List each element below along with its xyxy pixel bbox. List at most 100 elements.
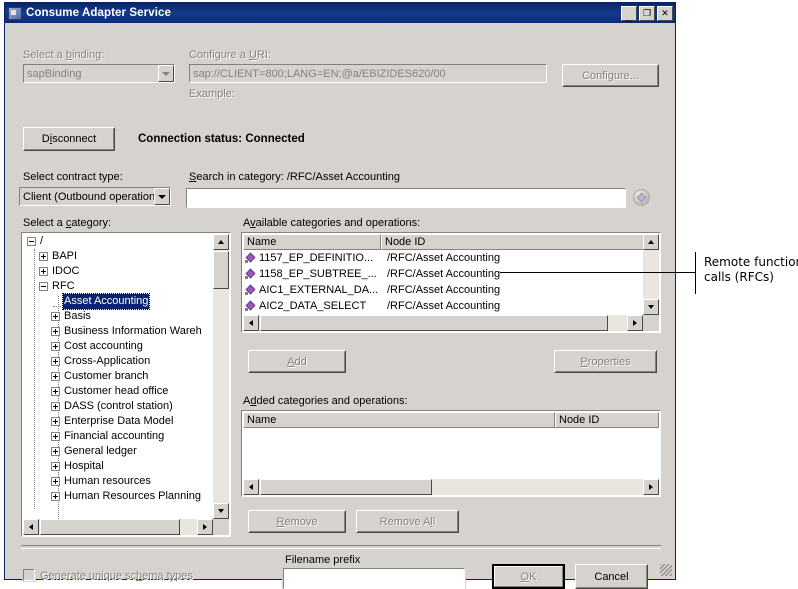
available-col-nodeid[interactable]: Node ID [381,234,659,250]
tree-node[interactable]: Asset Accounting [23,293,213,310]
tree-scroll-left-button[interactable] [23,519,39,535]
expand-icon[interactable] [51,432,60,441]
tree-node-label: General ledger [64,445,137,457]
contract-type-combo[interactable]: Client (Outbound operation) [18,186,172,207]
maximize-button[interactable]: ❐ [639,5,655,21]
collapse-icon[interactable] [39,282,48,291]
available-vscrollbar[interactable] [643,234,659,315]
available-scroll-right-button[interactable] [627,315,643,331]
tree-vscrollbar[interactable] [213,234,229,519]
expand-icon[interactable] [51,342,60,351]
added-hscrollbar[interactable] [243,479,659,495]
search-globe-icon[interactable] [633,189,650,206]
expand-icon[interactable] [51,357,60,366]
properties-button[interactable]: Properties [554,350,657,373]
tree-hscroll-thumb[interactable] [40,519,180,535]
tree-node[interactable]: Customer branch [23,369,213,384]
operation-icon [245,252,256,264]
added-col-nodeid[interactable]: Node ID [555,412,659,428]
tree-node[interactable]: Enterprise Data Model [23,414,213,429]
tree-node[interactable]: Basis [23,309,213,324]
expand-icon[interactable] [51,327,60,336]
remove-all-button[interactable]: Remove All [356,510,459,533]
properties-button-label: Properties [580,355,631,368]
search-input[interactable] [185,187,627,209]
expand-icon[interactable] [51,402,60,411]
disconnect-button[interactable]: Disconnect [23,127,115,151]
expand-icon[interactable] [51,417,60,426]
minimize-button[interactable]: _ [621,5,637,21]
tree-node[interactable]: Cross-Application [23,354,213,369]
added-hscroll-thumb[interactable] [260,479,432,495]
tree-node-label: Hospital [64,460,104,472]
tree-hscrollbar[interactable] [23,519,213,535]
available-hscroll-thumb[interactable] [260,315,608,331]
expand-icon[interactable] [51,477,60,486]
expand-icon[interactable] [39,252,48,261]
tree-node[interactable]: IDOC [23,264,213,279]
tree-node[interactable]: Financial accounting [23,429,213,444]
available-col-name[interactable]: Name [243,234,381,250]
tree-node[interactable]: DASS (control station) [23,399,213,414]
expand-icon[interactable] [51,492,60,501]
tree-node[interactable]: Cost accounting [23,339,213,354]
available-scroll-left-button[interactable] [243,315,259,331]
available-scroll-down-button[interactable] [643,299,659,315]
table-row[interactable]: 1158_EP_SUBTREE_... /RFC/Asset Accounting [243,266,643,282]
added-scroll-left-button[interactable] [243,479,259,495]
tree-node-label: Customer branch [64,370,149,382]
cancel-button[interactable]: Cancel [575,564,648,589]
remove-button[interactable]: Remove [248,510,346,533]
search-category-label: Search in category: /RFC/Asset Accountin… [189,171,400,183]
added-label: Added categories and operations: [243,395,408,407]
tree-node[interactable]: Customer head office [23,384,213,399]
tree-node[interactable]: Human resources [23,474,213,489]
table-row[interactable]: AIC2_DATA_SELECT/RFC/Asset Accounting [243,298,643,314]
add-button[interactable]: Add [248,350,346,373]
screenshot-root: Consume Adapter Service _ ❐ ✕ Select a b… [0,0,798,589]
configure-button[interactable]: Configure... [562,64,659,87]
added-list-header: Name Node ID [243,412,659,428]
filename-prefix-input[interactable] [282,567,466,589]
collapse-icon[interactable] [27,237,36,246]
uri-field[interactable]: sap://CLIENT=800;LANG=EN;@a/EBIZIDES620/… [188,63,548,84]
tree-node[interactable]: BAPI [23,249,213,264]
available-list-rows[interactable]: 1157_EP_DEFINITIO... /RFC/Asset Accountin… [243,250,643,315]
chevron-down-icon[interactable] [154,188,170,205]
tree-node[interactable]: Hospital [23,459,213,474]
table-row[interactable]: 1157_EP_DEFINITIO... /RFC/Asset Accountin… [243,250,643,266]
row-node-id: /RFC/Asset Accounting [387,300,501,312]
tree-scroll-down-button[interactable] [213,503,229,519]
tree-node[interactable]: Business Information Wareh [23,324,213,339]
generate-unique-schema-types-checkbox[interactable] [22,568,36,582]
expand-icon[interactable] [51,462,60,471]
ok-button[interactable]: OK [492,564,565,589]
close-button[interactable]: ✕ [657,5,673,21]
ok-button-label: OK [494,566,563,587]
category-tree[interactable]: / BAPI IDOC RFC Asset Accounting Basis Busines… [23,234,213,519]
expand-icon[interactable] [51,447,60,456]
tree-node[interactable]: General ledger [23,444,213,459]
tree-node[interactable]: RFC [23,279,213,294]
added-scroll-right-button[interactable] [643,479,659,495]
expand-icon[interactable] [51,312,60,321]
tree-scroll-up-button[interactable] [213,234,229,250]
available-hscrollbar[interactable] [243,315,643,331]
table-row[interactable]: AIC1_EXTERNAL_DA... /RFC/Asset Accounting [243,282,643,298]
close-icon: ✕ [661,7,669,18]
added-list-rows[interactable] [243,428,659,479]
disconnect-button-label: Disconnect [41,133,97,145]
expand-icon[interactable] [39,267,48,276]
chevron-down-icon[interactable] [158,65,174,82]
tree-node[interactable]: Human Resources Planning [23,489,213,504]
resize-grip[interactable] [660,564,672,576]
available-scroll-up-button[interactable] [643,234,659,250]
added-col-name[interactable]: Name [243,412,555,428]
expand-icon[interactable] [51,372,60,381]
binding-combo[interactable]: sapBinding [22,63,176,84]
expand-icon[interactable] [51,387,60,396]
tree-scroll-right-button[interactable] [197,519,213,535]
tree-node[interactable]: / [23,234,213,249]
tree-vscroll-thumb[interactable] [213,251,229,289]
tree-node-label: IDOC [52,265,80,277]
